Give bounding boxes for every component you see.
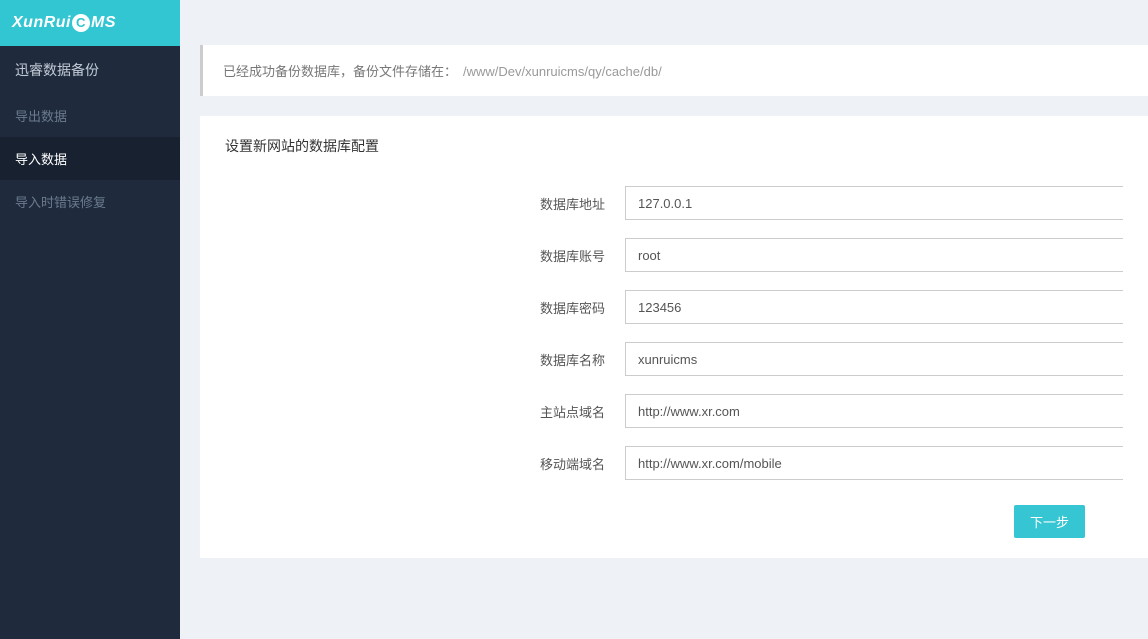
input-main-domain[interactable] [625, 394, 1123, 428]
actions: 下一步 [225, 505, 1123, 538]
label-db-user: 数据库账号 [225, 246, 625, 265]
label-db-pass: 数据库密码 [225, 298, 625, 317]
next-button[interactable]: 下一步 [1014, 505, 1085, 538]
label-db-name: 数据库名称 [225, 350, 625, 369]
form-row-db-host: 数据库地址 [225, 186, 1123, 220]
form-row-db-user: 数据库账号 [225, 238, 1123, 272]
form-row-db-name: 数据库名称 [225, 342, 1123, 376]
logo-pre: XunRui [12, 14, 71, 31]
main-content: 已经成功备份数据库，备份文件存储在： /www/Dev/xunruicms/qy/… [180, 0, 1148, 639]
sidebar-item-export[interactable]: 导出数据 [0, 94, 180, 137]
panel-title: 设置新网站的数据库配置 [225, 136, 1123, 156]
logo-text: XunRuiCMS [12, 14, 116, 32]
panel-db-config: 设置新网站的数据库配置 数据库地址 数据库账号 数据库密码 数据库名称 [200, 116, 1148, 558]
input-mobile-domain[interactable] [625, 446, 1123, 480]
layout: XunRuiCMS 迅睿数据备份 导出数据 导入数据 导入时错误修复 已经成功备… [0, 0, 1148, 639]
input-db-pass[interactable] [625, 290, 1123, 324]
form-row-db-pass: 数据库密码 [225, 290, 1123, 324]
label-mobile-domain: 移动端域名 [225, 454, 625, 473]
input-db-user[interactable] [625, 238, 1123, 272]
label-db-host: 数据库地址 [225, 194, 625, 213]
logo-post: MS [91, 14, 116, 31]
input-db-host[interactable] [625, 186, 1123, 220]
logo: XunRuiCMS [0, 0, 180, 46]
alert-success: 已经成功备份数据库，备份文件存储在： /www/Dev/xunruicms/qy/… [200, 45, 1148, 96]
alert-path: /www/Dev/xunruicms/qy/cache/db/ [463, 64, 662, 79]
input-db-name[interactable] [625, 342, 1123, 376]
label-main-domain: 主站点域名 [225, 402, 625, 421]
sidebar: XunRuiCMS 迅睿数据备份 导出数据 导入数据 导入时错误修复 [0, 0, 180, 639]
form-row-main-domain: 主站点域名 [225, 394, 1123, 428]
alert-text: 已经成功备份数据库，备份文件存储在： [223, 64, 457, 79]
sidebar-item-import[interactable]: 导入数据 [0, 137, 180, 180]
menu-title: 迅睿数据备份 [0, 46, 180, 94]
form-row-mobile-domain: 移动端域名 [225, 446, 1123, 480]
logo-circle-icon: C [72, 14, 90, 32]
sidebar-item-error-fix[interactable]: 导入时错误修复 [0, 180, 180, 223]
